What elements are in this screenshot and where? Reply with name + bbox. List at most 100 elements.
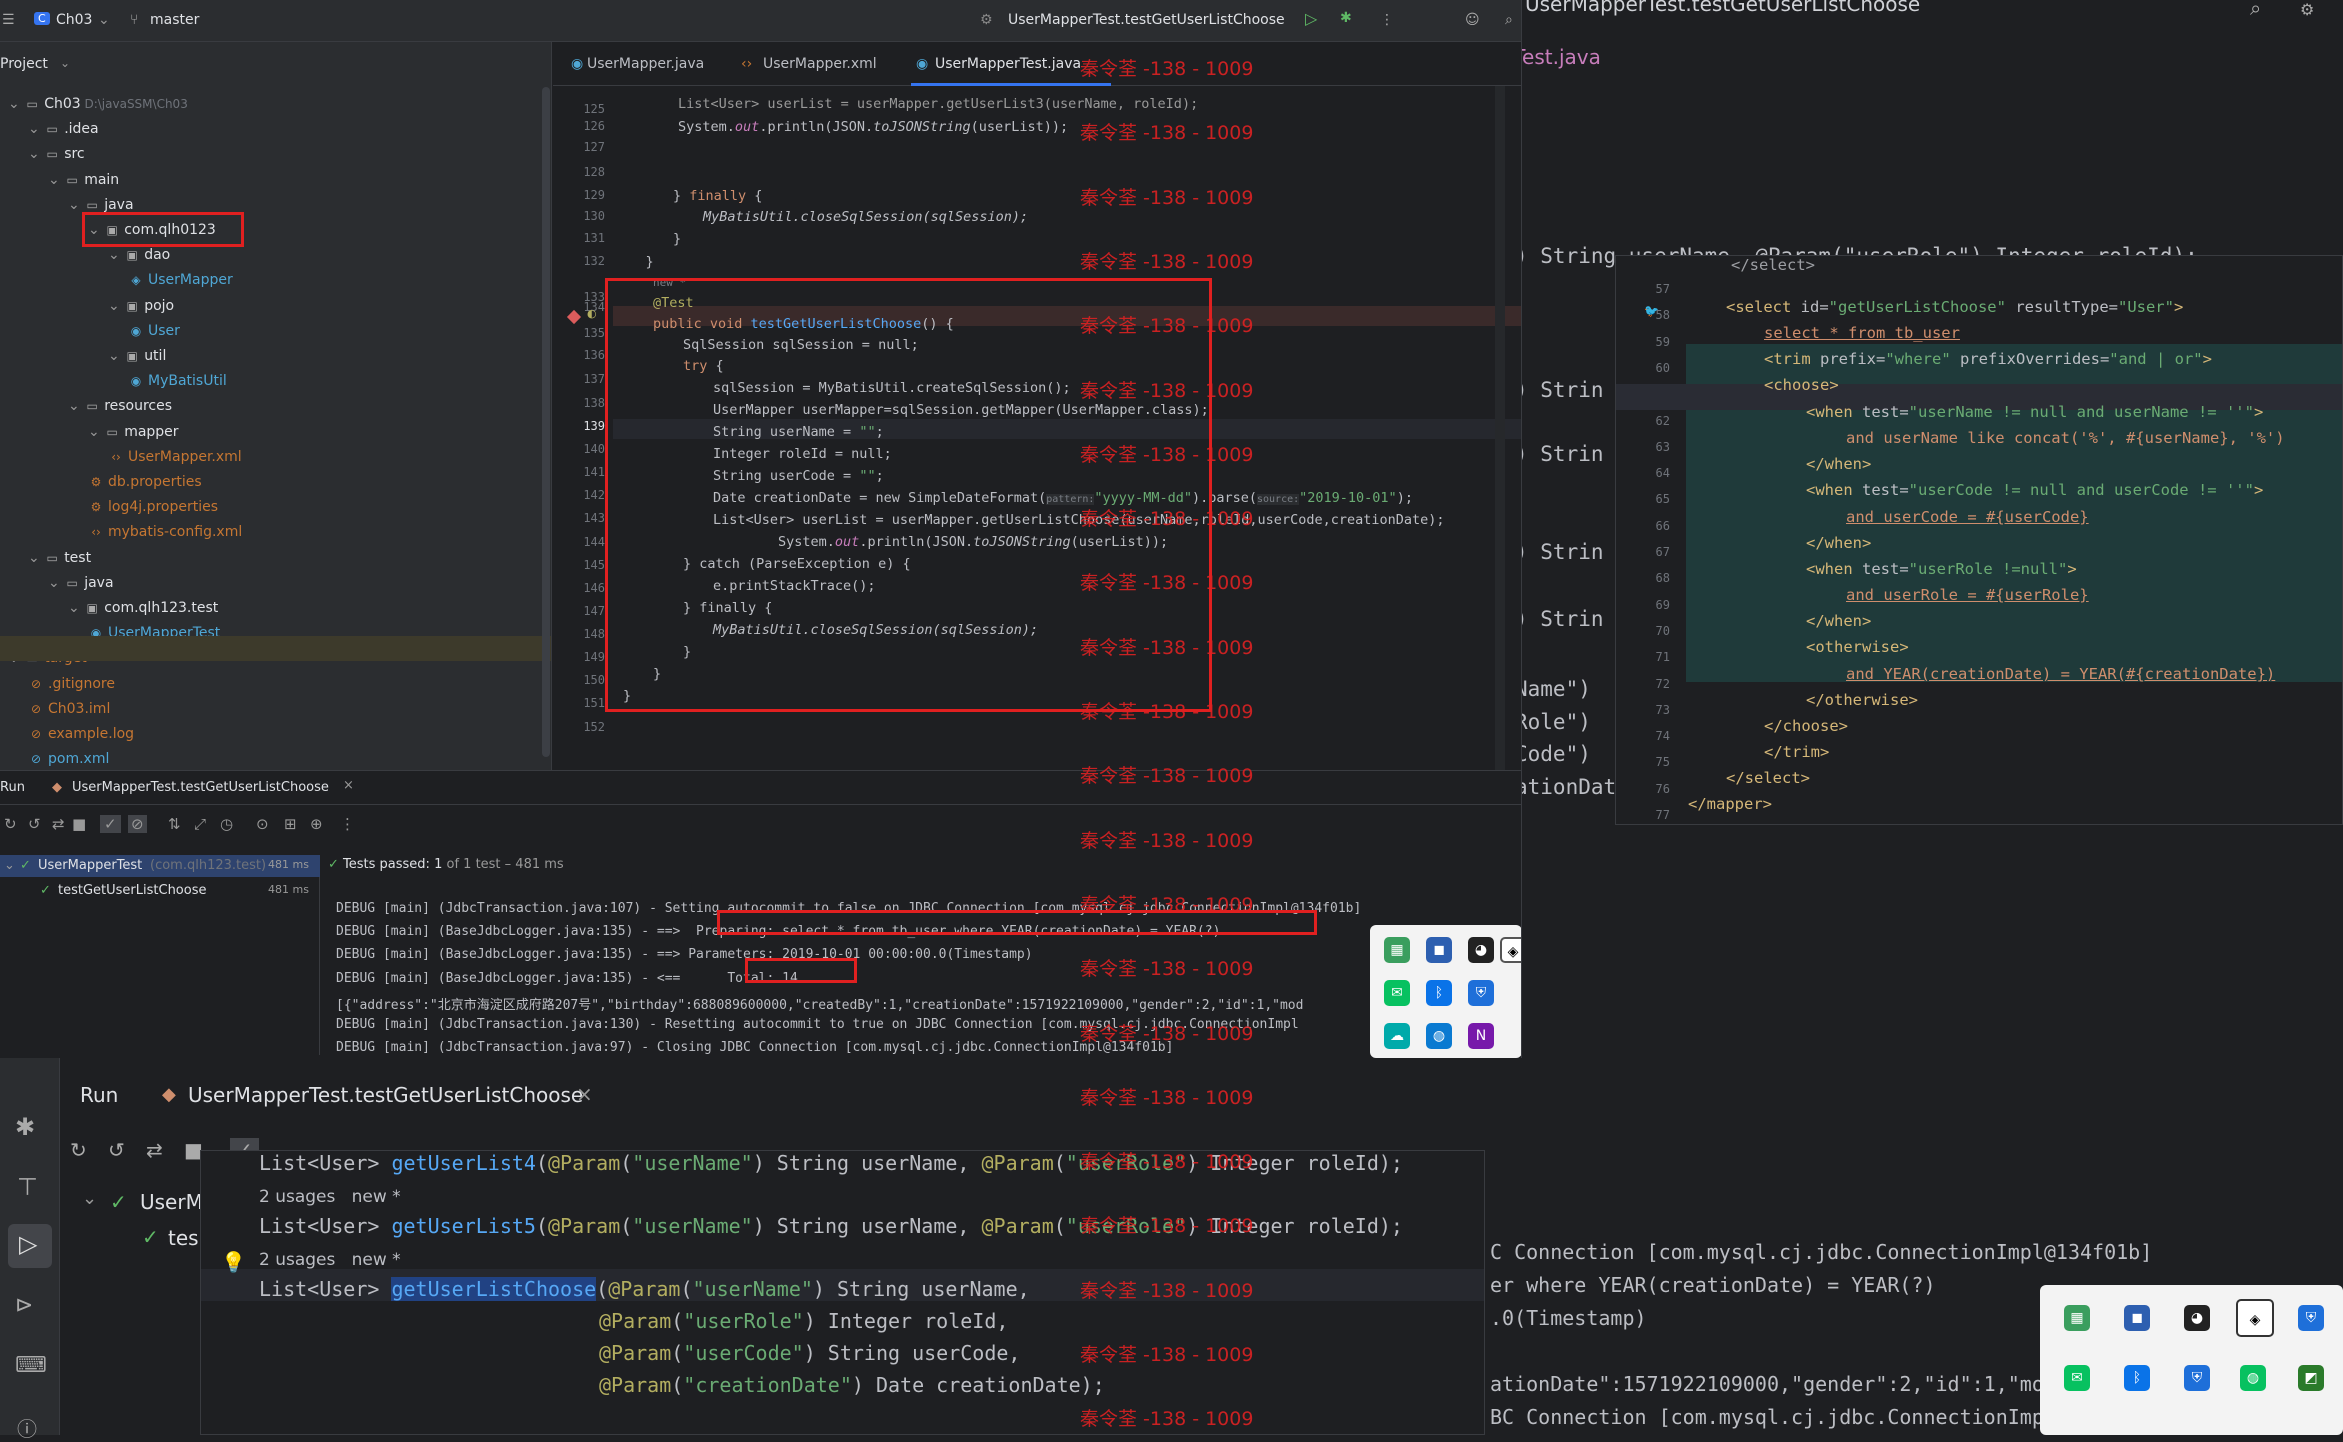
project-selector[interactable]: Ch03 [56,12,92,28]
qq-icon[interactable]: ◕ [2184,1305,2210,1331]
app-icon[interactable]: ◼ [1426,937,1452,963]
tree-item[interactable]: ⌄ ▣ pojo [108,294,174,319]
run-icon[interactable]: ▷ [19,1230,37,1258]
watermark-text: 秦令荃 -138 - 1009 [1080,315,1254,338]
tree-item[interactable]: ⊘ example.log [28,722,134,747]
tree-item[interactable]: ⚙ db.properties [88,470,202,495]
chevron-down-icon[interactable]: ⌄ [88,424,104,440]
wechat-icon[interactable]: ◍ [2240,1365,2266,1391]
tab-usermapper-xml[interactable]: UserMapper.xml [763,56,877,72]
services-icon[interactable]: ⊳ [15,1293,33,1318]
scrollbar[interactable] [542,87,550,757]
tab-usermappertest-java[interactable]: UserMapperTest.java [935,56,1081,72]
tree-item[interactable]: ⌄ ▭ Ch03 D:\javaSSM\Ch03 [8,92,188,117]
run-panel-title[interactable]: Run [80,1083,118,1107]
branch-selector[interactable]: master [150,12,199,28]
shield-icon[interactable]: ⛨ [2184,1365,2210,1391]
tree-item[interactable]: ⌄ ▭ test [28,546,91,571]
run-gutter-icon[interactable]: ◐ [587,307,597,320]
test-suite[interactable]: UserM [140,1190,203,1214]
project-panel-title[interactable]: Project [0,56,48,72]
app-icon[interactable]: ▦ [2064,1305,2090,1331]
chevron-down-icon[interactable]: ⌄ [68,197,84,213]
rerun-icon[interactable]: ↻ [70,1138,87,1162]
run-tab[interactable]: UserMapperTest.testGetUserListChoose [188,1083,583,1107]
chevron-down-icon[interactable]: ⌄ [28,146,44,162]
shield-icon[interactable]: ⛨ [1468,980,1494,1006]
tree-item[interactable]: ⚙ log4j.properties [88,495,218,520]
tree-item[interactable]: ⌄ ▭ src [28,142,85,167]
tree-item[interactable]: ⌄ ▣ com.qlh123.test [68,596,218,621]
wechat-icon[interactable]: ✉ [2064,1365,2090,1391]
tree-item[interactable]: ⌄ ▭ resources [68,394,172,419]
tree-item[interactable]: ‹› UserMapper.xml [108,445,242,470]
tree-item[interactable]: ⊘ Ch03.iml [28,697,110,722]
app-icon[interactable]: ◍ [1426,1023,1452,1049]
problems-icon[interactable]: ⓘ [17,1413,37,1442]
rerun-failed-icon[interactable]: ↺ [108,1138,125,1162]
chevron-down-icon[interactable]: ⌄ [28,121,44,137]
run-icon[interactable]: ▷ [1305,9,1317,28]
chevron-down-icon[interactable]: ⌄ [68,600,84,616]
xml-icon: ‹› [91,525,101,540]
chevron-down-icon[interactable]: ⌄ [60,56,70,70]
tree-item[interactable]: ‹› mybatis-config.xml [88,520,242,545]
tree-item[interactable]: ◉ User [128,319,180,344]
wechat-icon[interactable]: ✉ [1384,980,1410,1006]
chevron-down-icon[interactable]: ⌄ [108,348,124,364]
chevron-down-icon[interactable]: ⌄ [8,96,24,112]
chevron-down-icon[interactable]: ⌄ [48,172,64,188]
app-icon[interactable]: ◼ [2124,1305,2150,1331]
chevron-down-icon[interactable]: ⌄ [108,247,124,263]
tree-item[interactable]: ⊘ .gitignore [28,672,115,697]
tree-item[interactable]: ⌄ ▣ util [108,344,166,369]
highlight-box [82,212,244,247]
search-icon[interactable]: ⌕ [1505,12,1513,28]
chevron-down-icon[interactable]: ⌄ [28,550,44,566]
scrollbar[interactable] [1495,86,1505,770]
close-icon[interactable]: × [576,1082,593,1106]
more-icon[interactable]: ⋮ [1380,12,1394,28]
toggle-icon[interactable]: ⇄ [146,1138,163,1162]
cloud-icon[interactable]: ☁ [1384,1023,1410,1049]
bug-icon[interactable]: ✱ [15,1113,35,1141]
debug-icon[interactable]: ✱ [1340,10,1352,26]
line-number: 141 [583,465,605,479]
chevron-down-icon[interactable]: ⌄ [48,575,64,591]
tab-usermapper-java[interactable]: UserMapper.java [587,56,704,72]
onenote-icon[interactable]: N [1468,1023,1494,1049]
test-case[interactable]: tes [168,1226,199,1250]
watermark-text: 秦令荃 -138 - 1009 [1080,443,1254,466]
settings-icon[interactable]: ⚙ [2300,0,2343,20]
bluetooth-icon[interactable]: ᛒ [2124,1365,2150,1391]
search-icon[interactable]: ⌕ [2250,0,2261,20]
watermark-text: 秦令荃 -138 - 1009 [1080,572,1254,595]
tree-item[interactable]: ◈ UserMapper [128,268,232,293]
account-icon[interactable]: ☺ [1465,12,1480,28]
app-icon[interactable]: ◩ [2298,1365,2324,1391]
shield-icon[interactable]: ⛨ [2298,1305,2324,1331]
app-icon[interactable]: ◈ [1500,937,1521,963]
terminal-icon[interactable]: ⌨ [15,1353,47,1378]
tree-item[interactable]: ⊘ pom.xml [28,747,109,770]
chevron-down-icon[interactable]: ⌄ [108,298,124,314]
chevron-down-icon[interactable]: ⌄ [68,398,84,414]
chevron-down-icon: ⌄ [82,1188,98,1209]
app-icon[interactable]: ◈ [2236,1299,2274,1337]
run-panel: Run ◆ UserMapperTest.testGetUserListChoo… [0,770,1521,1058]
build-icon[interactable]: ⊤ [17,1173,38,1201]
tree-item[interactable]: ⌄ ▭ .idea [28,117,99,142]
bluetooth-icon[interactable]: ᛒ [1426,980,1452,1006]
tree-item[interactable]: ◉ MyBatisUtil [128,369,227,394]
line-gutter: 5758596061626364656667686970717273747576… [1616,256,1676,824]
tree-item[interactable]: ⌄ ▭ main [48,168,119,193]
menu-icon[interactable]: ☰ [2,12,15,28]
tree-item[interactable]: ⌄ ▭ mapper [88,420,179,445]
package-icon: ▣ [126,349,138,363]
tree-item[interactable]: ⌄ ▭ java [48,571,114,596]
lightbulb-icon[interactable]: 💡 [221,1250,246,1274]
package-icon: ▣ [126,298,138,313]
app-icon[interactable]: ▦ [1384,937,1410,963]
qq-icon[interactable]: ◕ [1468,937,1494,963]
line-number: 77 [1655,808,1670,822]
